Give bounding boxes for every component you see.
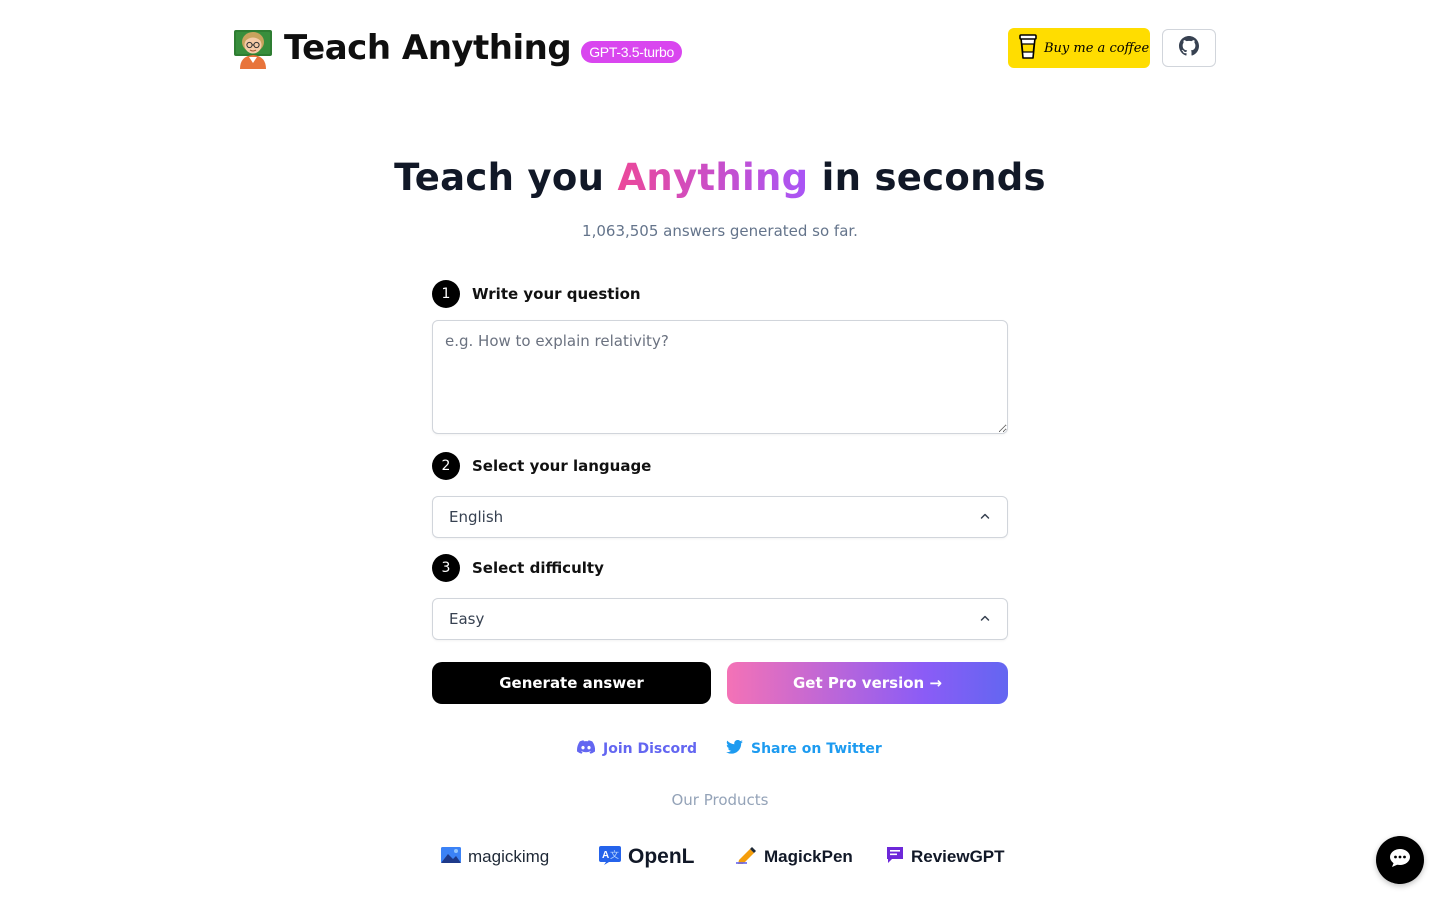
product-reviewgpt[interactable]: ReviewGPT	[885, 844, 1005, 870]
hero-title-start: Teach you	[394, 156, 618, 199]
hero-title-end: in seconds	[808, 156, 1046, 199]
hero-title-highlight: Anything	[617, 156, 809, 199]
brand[interactable]: Teach Anything GPT-3.5-turbo	[232, 24, 683, 72]
product-name: magickimg	[468, 847, 550, 866]
product-openl[interactable]: A 文 OpenL	[598, 844, 695, 870]
brand-title: Teach Anything	[284, 28, 572, 68]
step-number: 2	[432, 452, 460, 480]
step-number: 3	[432, 554, 460, 582]
hero-title: Teach you Anything in seconds	[0, 156, 1440, 199]
svg-text:文: 文	[610, 849, 619, 860]
products-title: Our Products	[671, 791, 769, 809]
chevron-up-icon	[979, 508, 991, 526]
generate-answer-button[interactable]: Generate answer	[432, 662, 711, 704]
model-badge: GPT-3.5-turbo	[581, 41, 683, 63]
image-icon	[440, 846, 462, 868]
step-difficulty: 3 Select difficulty	[432, 554, 1008, 582]
actions: Generate answer Get Pro version →	[432, 662, 1008, 704]
discord-icon	[577, 740, 603, 758]
get-pro-button[interactable]: Get Pro version →	[727, 662, 1008, 704]
product-magickpen[interactable]: MagickPen	[736, 844, 853, 870]
product-name: OpenL	[628, 845, 695, 868]
coffee-label: Buy me a coffee	[1044, 40, 1150, 56]
chat-widget-button[interactable]	[1376, 836, 1424, 884]
chevron-up-icon	[979, 610, 991, 628]
twitter-label: Share on Twitter	[751, 741, 882, 757]
difficulty-selected-value: Easy	[449, 610, 485, 628]
coffee-cup-icon	[1018, 32, 1038, 64]
answers-count-subtitle: 1,063,505 answers generated so far.	[582, 222, 858, 240]
step-label: Select difficulty	[472, 559, 604, 577]
product-name: ReviewGPT	[911, 847, 1005, 866]
step-question: 1 Write your question	[432, 280, 1008, 308]
chat-bubble-icon	[885, 846, 905, 868]
buy-me-a-coffee-button[interactable]: Buy me a coffee	[1008, 28, 1150, 68]
chat-bubble-icon	[1389, 848, 1411, 872]
product-magickimg[interactable]: magickimg	[440, 844, 549, 870]
question-form: 1 Write your question 2 Select your lang…	[432, 280, 1008, 640]
teacher-emoji-icon	[232, 27, 274, 69]
header: Teach Anything GPT-3.5-turbo Buy me a co…	[232, 24, 1216, 72]
github-button[interactable]	[1162, 29, 1216, 67]
pen-icon	[736, 846, 758, 868]
language-selected-value: English	[449, 508, 504, 526]
twitter-icon	[726, 739, 751, 758]
github-icon	[1179, 36, 1199, 60]
language-select[interactable]: English	[432, 496, 1008, 538]
svg-text:A: A	[602, 850, 609, 861]
discord-label: Join Discord	[603, 741, 698, 757]
difficulty-select[interactable]: Easy	[432, 598, 1008, 640]
question-input[interactable]	[432, 320, 1008, 434]
product-name: MagickPen	[764, 847, 853, 866]
step-label: Write your question	[472, 285, 641, 303]
step-label: Select your language	[472, 457, 652, 475]
translate-icon: A 文	[598, 844, 622, 870]
step-number: 1	[432, 280, 460, 308]
join-discord-link[interactable]: Join Discord	[577, 738, 697, 760]
share-twitter-link[interactable]: Share on Twitter	[726, 738, 882, 760]
step-language: 2 Select your language	[432, 452, 1008, 480]
